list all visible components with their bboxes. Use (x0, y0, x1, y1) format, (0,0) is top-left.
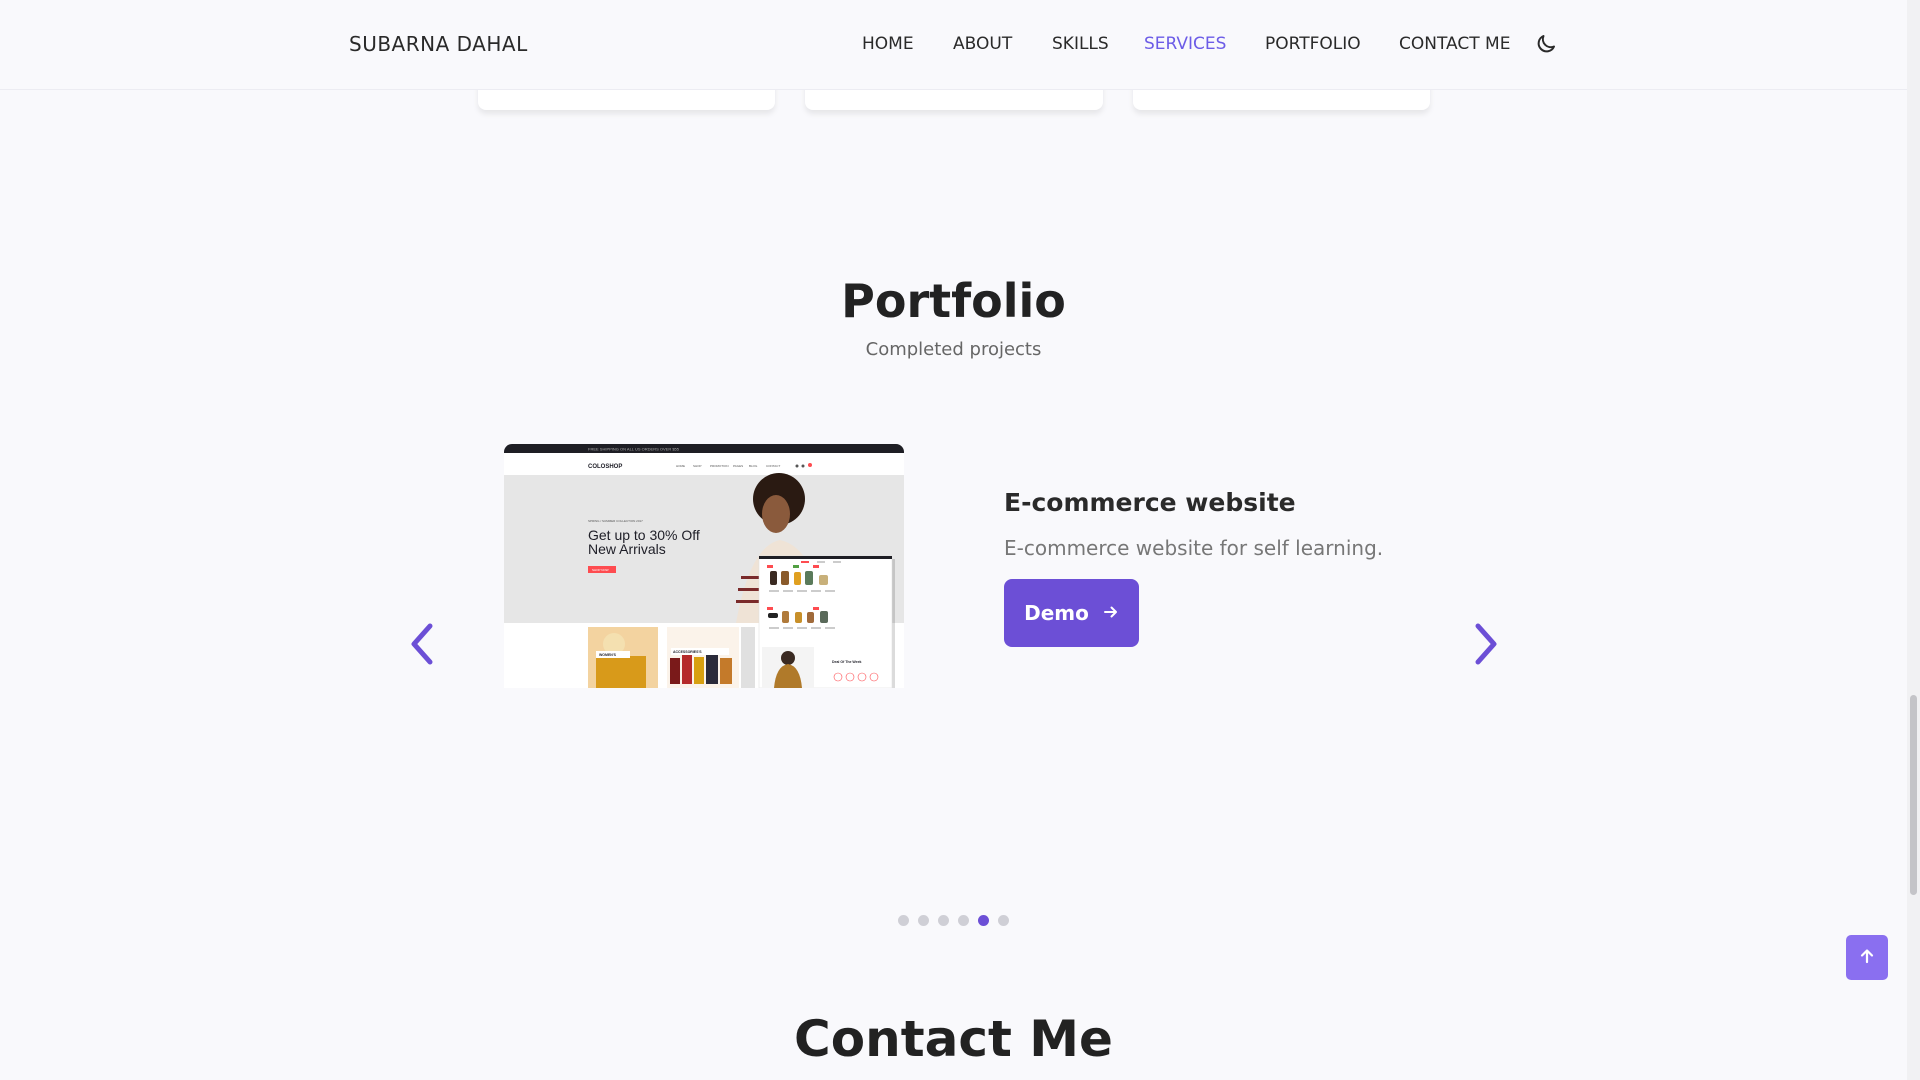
nav-home[interactable]: HOME (862, 34, 914, 54)
project-title: E-commerce website (1004, 488, 1296, 517)
arrow-right-icon (1103, 601, 1119, 625)
nav-portfolio[interactable]: PORTFOLIO (1265, 34, 1361, 54)
preview-menu-item: PROMOTION (710, 464, 729, 468)
preview-tile-label: WOMEN'S (599, 653, 617, 657)
carousel-dot[interactable] (958, 915, 969, 926)
preview-topbar-text: FREE SHIPPING ON ALL US ORDERS OVER $55 (588, 447, 680, 452)
moon-icon[interactable] (1534, 32, 1558, 56)
carousel-dot[interactable] (978, 915, 989, 926)
nav-contact[interactable]: CONTACT ME (1399, 34, 1510, 54)
portfolio-subtitle: Completed projects (865, 339, 1042, 360)
preview-tile-label: ACCESSORIES'S (673, 650, 702, 654)
portfolio-title: Portfolio (841, 274, 1066, 328)
svg-text:New Arrivals: New Arrivals (588, 541, 666, 557)
scroll-top-button[interactable] (1846, 935, 1888, 980)
project-description: E-commerce website for self learning. (1004, 536, 1384, 560)
carousel-dot[interactable] (998, 915, 1009, 926)
preview-menu-item: HOME (676, 464, 685, 468)
preview-menu-item: BLOG (749, 464, 758, 468)
nav-services[interactable]: SERVICES (1144, 34, 1226, 54)
contact-title: Contact Me (794, 1010, 1113, 1068)
preview-menu-item: SHOP (693, 464, 702, 468)
preview-cta: SHOP NOW (592, 568, 609, 572)
scrollbar-thumb[interactable] (1910, 695, 1917, 895)
chevron-right-icon[interactable] (1466, 620, 1506, 668)
site-logo[interactable]: SUBARNA DAHAL (349, 32, 528, 56)
demo-button-label: Demo (1024, 601, 1089, 625)
scrollbar[interactable] (1907, 0, 1920, 1080)
carousel-dot[interactable] (918, 915, 929, 926)
arrow-up-icon (1858, 947, 1876, 969)
nav-skills[interactable]: SKILLS (1052, 34, 1109, 54)
preview-menu-item: CONTACT (766, 464, 780, 468)
preview-brand: COLOSHOP (588, 464, 622, 470)
project-preview-image: FREE SHIPPING ON ALL US ORDERS OVER $55 … (504, 444, 904, 688)
header: SUBARNA DAHAL HOME ABOUT SKILLS SERVICES… (0, 0, 1907, 90)
carousel-dot[interactable] (938, 915, 949, 926)
nav-about[interactable]: ABOUT (953, 34, 1012, 54)
preview-kicker: SPRING / SUMMER COLLECTION 2017 (588, 519, 643, 523)
carousel-dot[interactable] (898, 915, 909, 926)
chevron-left-icon[interactable] (402, 620, 442, 668)
preview-deal: Deal Of The Week (832, 660, 862, 664)
preview-menu-item: PAGES (733, 464, 743, 468)
demo-button[interactable]: Demo (1004, 579, 1139, 647)
